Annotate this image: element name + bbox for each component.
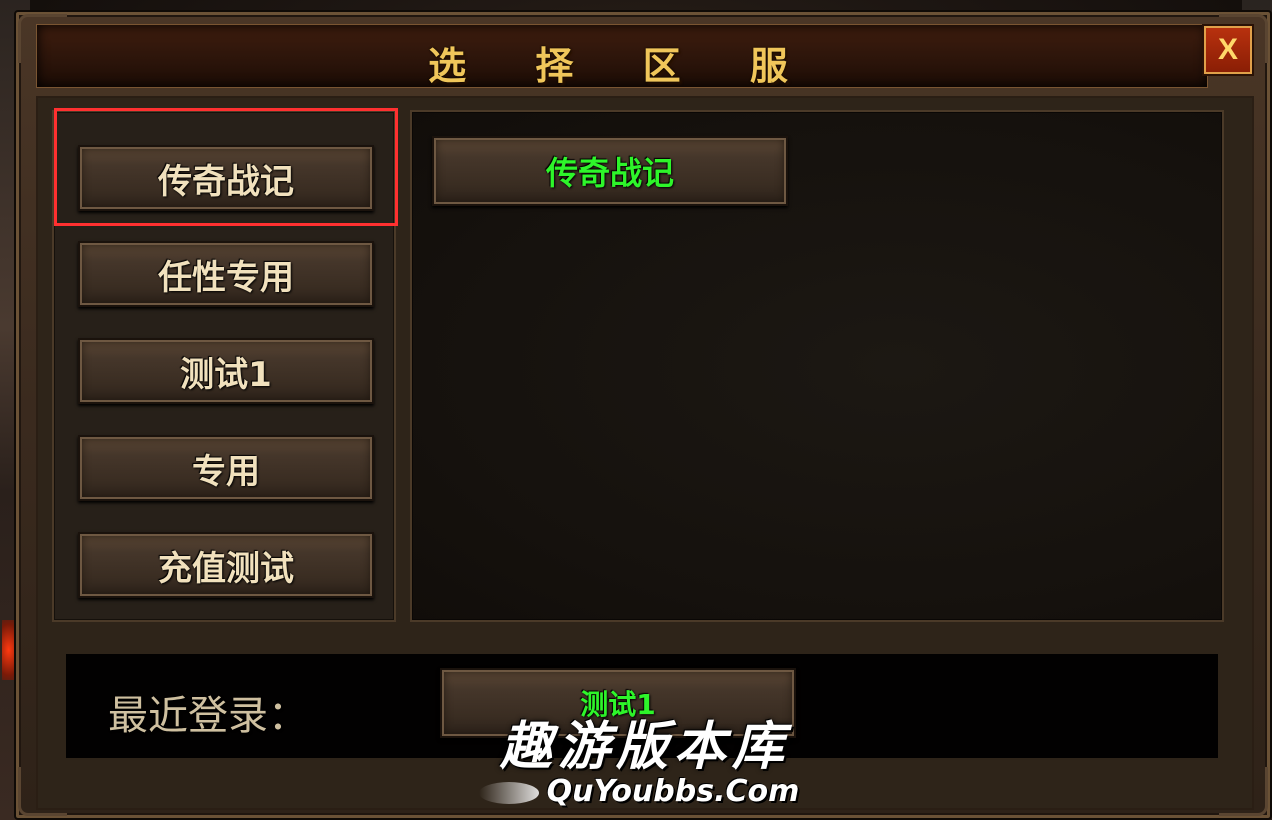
server-group-button[interactable]: 充值测试 xyxy=(78,532,374,598)
selected-group-highlight xyxy=(54,108,398,226)
watermark-swoosh-icon xyxy=(479,782,539,804)
watermark-english: QuYoubbs.Com xyxy=(546,774,800,809)
close-button[interactable]: X xyxy=(1204,26,1252,74)
title-bar: 选 择 区 服 xyxy=(36,24,1208,88)
watermark: 趣游版本库 QuYoubbs.Com xyxy=(475,704,815,814)
close-icon: X xyxy=(1217,33,1238,66)
server-group-button[interactable]: 任性专用 xyxy=(78,241,374,307)
recent-login-label: 最近登录： xyxy=(108,693,308,739)
server-group-button[interactable]: 专用 xyxy=(78,435,374,501)
server-button[interactable]: 传奇战记 xyxy=(432,136,788,206)
server-group-button[interactable]: 测试1 xyxy=(78,338,374,404)
window-title: 选 择 区 服 xyxy=(428,43,816,88)
watermark-chinese: 趣游版本库 xyxy=(499,716,790,777)
